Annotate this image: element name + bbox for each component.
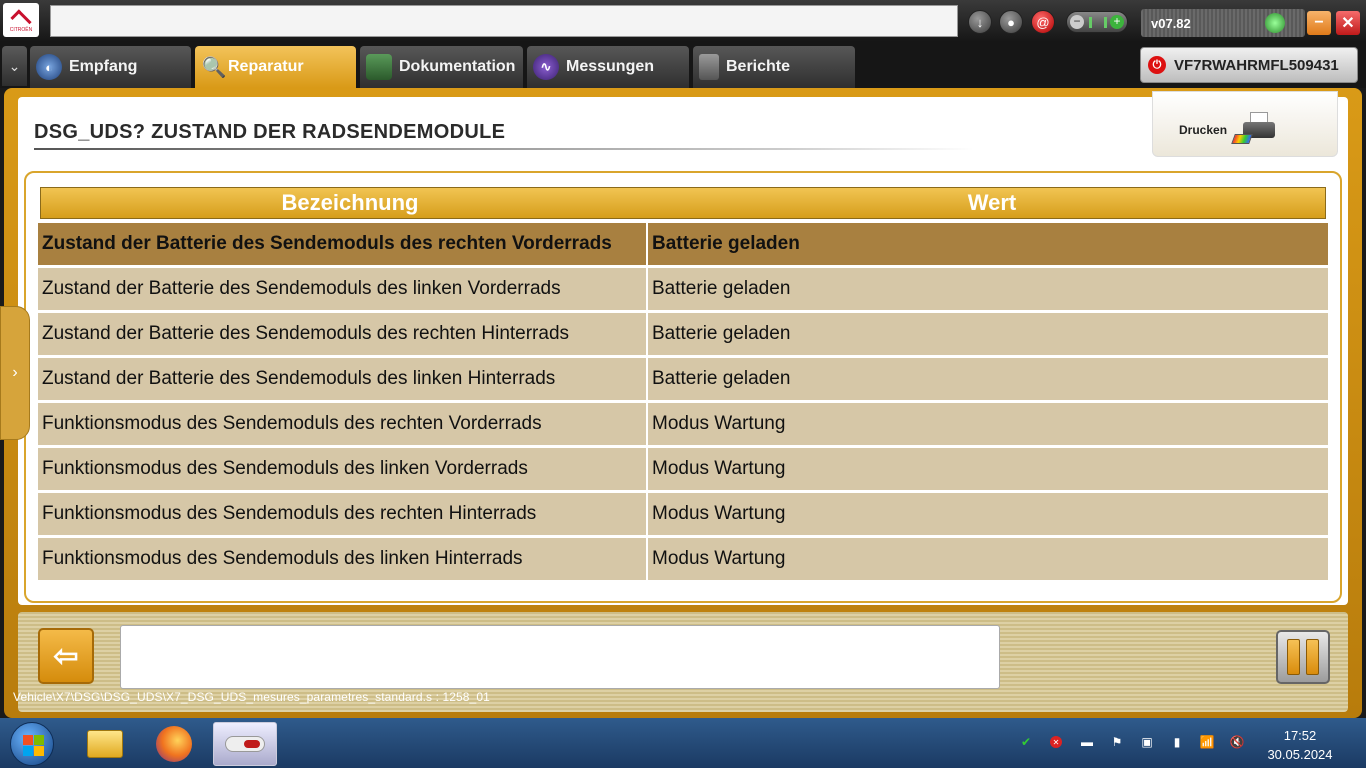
table-body: Zustand der Batterie des Sendemoduls des… [38,223,1328,583]
display-icon[interactable]: ▣ [1139,734,1155,750]
table-row[interactable]: Zustand der Batterie des Sendemoduls des… [38,358,1328,400]
diagbox-taskbar-button[interactable] [213,722,277,766]
table-row[interactable]: Zustand der Batterie des Sendemoduls des… [38,223,1328,265]
tab-label: Reparatur [228,58,304,75]
hardware-icon[interactable]: ▬ [1079,734,1095,750]
table-row[interactable]: Funktionsmodus des Sendemoduls des recht… [38,493,1328,535]
row-value: Modus Wartung [648,493,1328,535]
minimize-button[interactable]: − [1307,11,1331,35]
vin-label: VF7RWAHRMFL509431 [1174,56,1339,74]
battery-tray-icon[interactable]: ▮ [1169,734,1185,750]
firefox-icon [156,726,192,762]
row-value: Modus Wartung [648,448,1328,490]
arrow-left-icon: ⇦ [53,639,79,673]
row-name: Funktionsmodus des Sendemoduls des linke… [38,448,648,490]
row-name: Zustand der Batterie des Sendemoduls des… [38,268,648,310]
version-label: v07.82 [1151,16,1191,31]
tab-label: Dokumentation [399,58,516,75]
row-value: Batterie geladen [648,313,1328,355]
tab-label: Empfang [69,58,138,75]
folder-icon [87,730,123,758]
row-value: Batterie geladen [648,268,1328,310]
row-name: Funktionsmodus des Sendemoduls des recht… [38,493,648,535]
clock-time: 17:52 [1283,728,1317,743]
file-explorer-taskbar-button[interactable] [76,722,134,766]
taskbar: ✔ ✕ ▬ ⚑ ▣ ▮ 📶 🔇 17:52 30.05.2024 [0,718,1366,768]
close-button[interactable]: ✕ [1336,11,1360,35]
address-field[interactable] [50,5,958,37]
diagbox-icon [225,736,265,752]
email-icon[interactable]: @ [1031,10,1055,34]
row-name: Zustand der Batterie des Sendemoduls des… [38,358,648,400]
tab-empfang[interactable]: ◐ Empfang [30,46,191,88]
network-icon[interactable]: 📶 [1199,734,1215,750]
connection-status-icon [1265,13,1285,33]
start-button[interactable] [10,722,54,766]
back-button[interactable]: ⇦ [38,628,94,684]
battery-icon [1089,17,1107,28]
book-icon [366,54,392,80]
minus-icon[interactable]: − [1070,15,1084,29]
column-header-wert: Wert [967,190,1017,215]
clock-date: 30.05.2024 [1267,747,1333,762]
tab-berichte[interactable]: Berichte [693,46,855,88]
side-panel-toggle[interactable]: › [0,306,30,440]
table-row[interactable]: Funktionsmodus des Sendemoduls des linke… [38,448,1328,490]
pause-button[interactable] [1276,630,1330,684]
power-icon: ⏻ [1148,56,1166,74]
printer-icon [1231,112,1277,144]
tab-messungen[interactable]: ∿ Messungen [527,46,689,88]
version-box: v07.82 [1141,9,1305,37]
table-row[interactable]: Funktionsmodus des Sendemoduls des recht… [38,403,1328,445]
row-value: Modus Wartung [648,403,1328,445]
tab-menu-chevron-icon[interactable]: ⌄ [2,46,27,86]
parameter-table: Bezeichnung Wert Zustand der Batterie de… [24,171,1342,603]
globe-icon: ◐ [36,54,62,80]
main-tabs: ⌄ ◐ Empfang 🔍 Reparatur Dokumentation ∿ … [0,42,1366,88]
flag-icon[interactable]: ⚑ [1109,734,1125,750]
tab-label: Messungen [566,58,655,75]
vin-button[interactable]: ⏻ VF7RWAHRMFL509431 [1140,47,1358,83]
row-name: Zustand der Batterie des Sendemoduls des… [38,313,648,355]
column-header-bezeichnung: Bezeichnung [281,190,419,215]
error-icon[interactable]: ✕ [1050,736,1062,748]
battery-level-control[interactable]: − + [1066,11,1128,33]
message-box [120,625,1000,689]
system-clock[interactable]: 17:52 30.05.2024 [1262,726,1338,764]
document-icon [699,54,719,80]
magnifier-icon: 🔍 [201,56,227,79]
tab-dokumentation[interactable]: Dokumentation [360,46,523,88]
sync-icon[interactable]: ✔ [1018,734,1034,750]
row-name: Funktionsmodus des Sendemoduls des linke… [38,538,648,580]
print-label: Drucken [1179,123,1228,137]
script-path: Vehicle\X7\DSG\DSG_UDS\X7_DSG_UDS_mesure… [13,690,490,704]
volume-muted-icon[interactable]: 🔇 [1229,734,1245,750]
content-panel: DSG_UDS? ZUSTAND DER RADSENDEMODULE Druc… [18,91,1348,605]
row-name: Zustand der Batterie des Sendemoduls des… [38,223,648,265]
table-row[interactable]: Zustand der Batterie des Sendemoduls des… [38,313,1328,355]
table-row[interactable]: Funktionsmodus des Sendemoduls des linke… [38,538,1328,580]
main-frame: DSG_UDS? ZUSTAND DER RADSENDEMODULE Druc… [0,88,1362,718]
citroen-logo: CITROËN [3,3,39,37]
title-divider [34,148,974,150]
page-title: DSG_UDS? ZUSTAND DER RADSENDEMODULE [34,121,506,143]
row-value: Modus Wartung [648,538,1328,580]
tab-reparatur[interactable]: 🔍 Reparatur [195,46,356,88]
row-value: Batterie geladen [648,358,1328,400]
table-row[interactable]: Zustand der Batterie des Sendemoduls des… [38,268,1328,310]
user-icon[interactable]: ● [999,10,1023,34]
tab-label: Berichte [726,58,791,75]
title-bar: CITROËN ↓ ● @ − + v07.82 − ✕ [0,0,1366,42]
waveform-icon: ∿ [533,54,559,80]
print-button[interactable]: Drucken [1152,91,1338,157]
table-header: Bezeichnung Wert [40,187,1326,219]
chevron-right-icon: › [12,364,18,381]
plus-icon[interactable]: + [1110,15,1124,29]
row-name: Funktionsmodus des Sendemoduls des recht… [38,403,648,445]
row-value: Batterie geladen [648,223,1328,265]
pause-icon [1287,639,1300,675]
download-icon[interactable]: ↓ [968,10,992,34]
firefox-taskbar-button[interactable] [145,722,203,766]
